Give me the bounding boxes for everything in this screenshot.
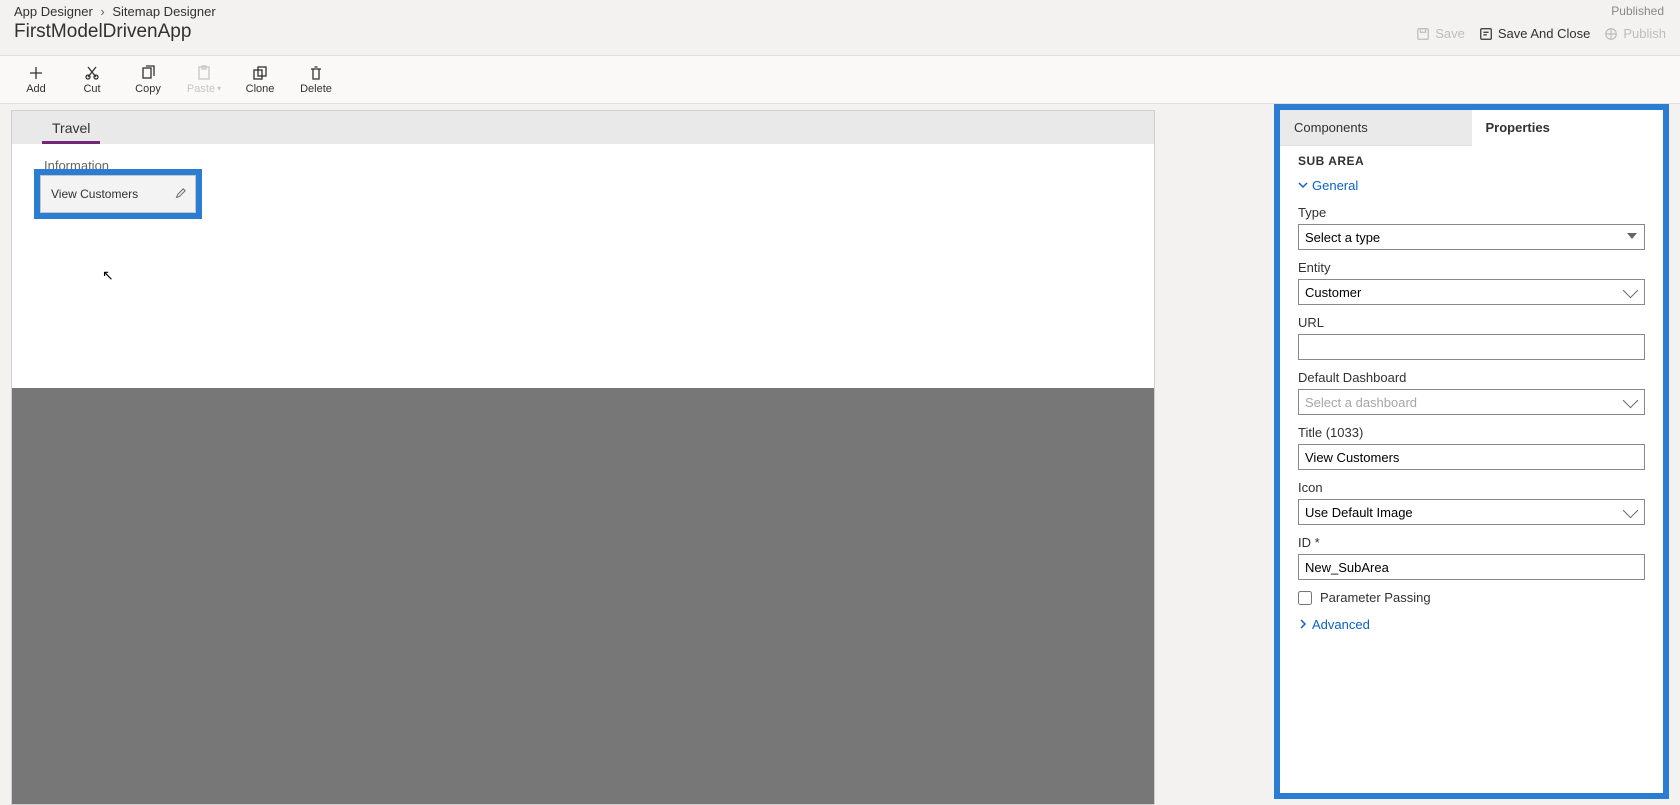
id-label: ID * bbox=[1298, 535, 1645, 550]
entity-label: Entity bbox=[1298, 260, 1645, 275]
section-title: SUB AREA bbox=[1298, 154, 1645, 168]
group-title[interactable]: Information bbox=[34, 158, 1154, 173]
type-label: Type bbox=[1298, 205, 1645, 220]
publish-label: Publish bbox=[1623, 26, 1666, 41]
pencil-icon[interactable] bbox=[175, 187, 187, 202]
copy-label: Copy bbox=[135, 83, 161, 95]
save-and-close-button[interactable]: Save And Close bbox=[1479, 26, 1591, 41]
icon-label: Icon bbox=[1298, 480, 1645, 495]
cut-button[interactable]: Cut bbox=[70, 58, 114, 102]
chevron-down-icon bbox=[1298, 178, 1308, 193]
selected-subarea-highlight: View Customers bbox=[34, 169, 202, 219]
chevron-right-icon bbox=[1298, 617, 1308, 632]
paste-label: Paste bbox=[187, 83, 215, 95]
paste-button: Paste ▾ bbox=[182, 58, 226, 102]
dashboard-label: Default Dashboard bbox=[1298, 370, 1645, 385]
top-bar: App Designer › Sitemap Designer FirstMod… bbox=[0, 0, 1680, 56]
add-label: Add bbox=[26, 83, 46, 95]
add-button[interactable]: Add bbox=[14, 58, 58, 102]
save-icon bbox=[1416, 27, 1430, 41]
advanced-label: Advanced bbox=[1312, 617, 1370, 632]
breadcrumb-parent[interactable]: App Designer bbox=[14, 4, 93, 19]
general-section-header[interactable]: General bbox=[1298, 178, 1645, 193]
param-passing-label: Parameter Passing bbox=[1320, 590, 1431, 605]
type-select[interactable]: Select a type bbox=[1298, 224, 1645, 250]
delete-button[interactable]: Delete bbox=[294, 58, 338, 102]
delete-label: Delete bbox=[300, 83, 332, 95]
title-input[interactable] bbox=[1298, 444, 1645, 470]
save-label: Save bbox=[1435, 26, 1465, 41]
publish-button: Publish bbox=[1604, 26, 1666, 41]
id-input[interactable] bbox=[1298, 554, 1645, 580]
publish-icon bbox=[1604, 27, 1618, 41]
clone-label: Clone bbox=[246, 83, 275, 95]
url-label: URL bbox=[1298, 315, 1645, 330]
tab-components[interactable]: Components bbox=[1280, 110, 1472, 146]
breadcrumb-current: Sitemap Designer bbox=[112, 4, 215, 19]
subarea-tile-label: View Customers bbox=[51, 187, 138, 201]
general-label: General bbox=[1312, 178, 1358, 193]
save-close-icon bbox=[1479, 27, 1493, 41]
advanced-section-header[interactable]: Advanced bbox=[1298, 617, 1645, 632]
entity-select[interactable]: Customer bbox=[1298, 279, 1645, 305]
breadcrumb-separator: › bbox=[100, 4, 104, 19]
save-close-label: Save And Close bbox=[1498, 26, 1591, 41]
dashboard-select[interactable]: Select a dashboard bbox=[1298, 389, 1645, 415]
properties-panel: Components Properties SUB AREA General T… bbox=[1274, 104, 1669, 799]
canvas-area: Travel Information View Customers ↖ bbox=[0, 104, 1274, 805]
chevron-down-icon: ▾ bbox=[217, 84, 221, 93]
clone-button[interactable]: Clone bbox=[238, 58, 282, 102]
title-label: Title (1033) bbox=[1298, 425, 1645, 440]
top-actions: Save Save And Close Publish bbox=[1416, 26, 1666, 41]
save-button: Save bbox=[1416, 26, 1465, 41]
icon-select[interactable]: Use Default Image bbox=[1298, 499, 1645, 525]
subarea-tile[interactable]: View Customers bbox=[40, 175, 196, 213]
toolbar: Add Cut Copy Paste ▾ Clone Delete bbox=[0, 56, 1680, 104]
url-input[interactable] bbox=[1298, 334, 1645, 360]
copy-button[interactable]: Copy bbox=[126, 58, 170, 102]
publish-status: Published bbox=[1611, 4, 1664, 18]
tab-properties[interactable]: Properties bbox=[1472, 110, 1664, 146]
cut-label: Cut bbox=[83, 83, 100, 95]
param-passing-checkbox[interactable] bbox=[1298, 591, 1312, 605]
breadcrumb: App Designer › Sitemap Designer bbox=[14, 4, 1666, 19]
area-tab-travel[interactable]: Travel bbox=[42, 114, 100, 144]
